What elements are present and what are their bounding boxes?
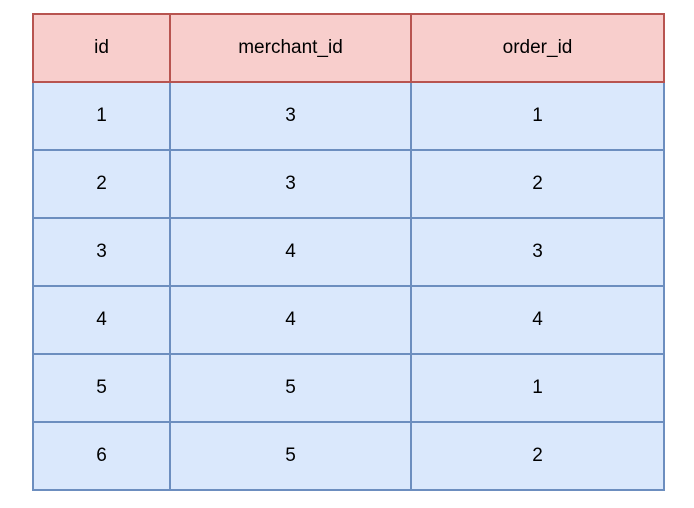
cell-merchant-id: 4 — [169, 285, 412, 355]
cell-order-id: 1 — [410, 353, 665, 423]
table-grid: id merchant_id order_id 1 3 1 2 3 2 3 4 … — [32, 13, 665, 491]
cell-id: 5 — [32, 353, 171, 423]
cell-id: 6 — [32, 421, 171, 491]
table-row: 4 4 4 — [32, 285, 665, 355]
table-row: 6 5 2 — [32, 421, 665, 491]
table-row: 3 4 3 — [32, 217, 665, 287]
cell-order-id: 3 — [410, 217, 665, 287]
cell-order-id: 1 — [410, 81, 665, 151]
cell-order-id: 2 — [410, 149, 665, 219]
cell-merchant-id: 3 — [169, 149, 412, 219]
cell-id: 2 — [32, 149, 171, 219]
data-table: id merchant_id order_id 1 3 1 2 3 2 3 4 … — [32, 13, 665, 491]
table-row: 1 3 1 — [32, 81, 665, 151]
cell-id: 3 — [32, 217, 171, 287]
table-row: 5 5 1 — [32, 353, 665, 423]
table-header-row: id merchant_id order_id — [32, 13, 665, 83]
column-header-id: id — [32, 13, 171, 83]
cell-merchant-id: 5 — [169, 353, 412, 423]
cell-id: 1 — [32, 81, 171, 151]
table-row: 2 3 2 — [32, 149, 665, 219]
cell-merchant-id: 4 — [169, 217, 412, 287]
column-header-order-id: order_id — [410, 13, 665, 83]
cell-order-id: 4 — [410, 285, 665, 355]
column-header-merchant-id: merchant_id — [169, 13, 412, 83]
cell-id: 4 — [32, 285, 171, 355]
cell-merchant-id: 5 — [169, 421, 412, 491]
cell-order-id: 2 — [410, 421, 665, 491]
cell-merchant-id: 3 — [169, 81, 412, 151]
